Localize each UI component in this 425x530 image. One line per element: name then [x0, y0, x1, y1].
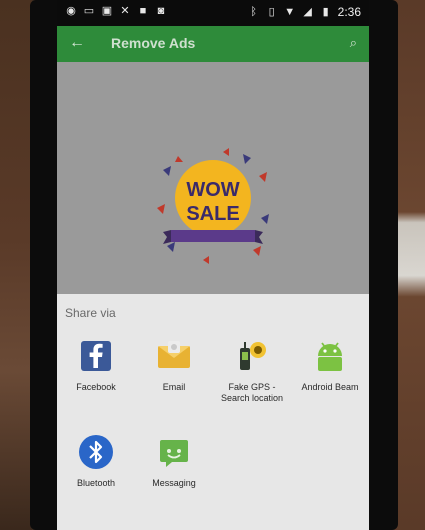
- share-item-label: Email: [162, 382, 186, 392]
- fake-gps-icon: [234, 338, 270, 374]
- vibrate-icon: ▯: [268, 6, 275, 18]
- lock-icon: ■: [139, 5, 147, 17]
- phone-screen: ◉ ▭ ▣ ✕ ■ ◙ ᛒ ▯ ▼ ◢ ▮ 2:36 ← Remove Ads …: [57, 0, 369, 530]
- android-beam-icon: [312, 338, 348, 374]
- status-bar: ◉ ▭ ▣ ✕ ■ ◙ ᛒ ▯ ▼ ◢ ▮ 2:36: [57, 0, 369, 26]
- notification-icon: ▭: [83, 5, 95, 17]
- wifi-icon: ▼: [284, 6, 296, 18]
- share-item-fake-gps[interactable]: Fake GPS - Search location: [213, 338, 291, 404]
- share-item-bluetooth[interactable]: Bluetooth: [57, 434, 135, 489]
- status-icons-left: ◉ ▭ ▣ ✕ ■ ◙: [65, 5, 167, 17]
- chrome-icon: ◉: [66, 5, 76, 17]
- signal-icon: ◢: [303, 6, 312, 18]
- messaging-icon: [156, 434, 192, 470]
- back-arrow-icon[interactable]: ←: [69, 34, 85, 52]
- email-icon: [156, 338, 192, 374]
- app-bar: ← Remove Ads ⌕: [57, 26, 369, 62]
- promo-text-sale: SALE: [186, 203, 239, 225]
- share-sheet: Share via Facebook Email Fake GPS - Sear…: [57, 294, 369, 530]
- promo-text-wow: WOW: [186, 179, 239, 201]
- app-icon: ◙: [157, 5, 165, 17]
- tools-icon: ✕: [120, 5, 130, 17]
- share-item-label: Facebook: [76, 382, 116, 392]
- content-area: WOW SALE: [57, 62, 369, 302]
- bluetooth-icon: [78, 434, 114, 470]
- share-item-messaging[interactable]: Messaging: [135, 434, 213, 489]
- share-item-email[interactable]: Email: [135, 338, 213, 393]
- facebook-icon: [78, 338, 114, 374]
- sale-promo-image: WOW SALE: [153, 148, 273, 268]
- share-item-label: Messaging: [152, 478, 196, 488]
- background-left: [0, 0, 32, 530]
- share-item-label: Bluetooth: [76, 478, 116, 488]
- share-item-facebook[interactable]: Facebook: [57, 338, 135, 393]
- share-item-label: Fake GPS - Search location: [220, 382, 284, 403]
- page-title: Remove Ads: [111, 35, 196, 51]
- search-icon[interactable]: ⌕: [350, 35, 357, 51]
- share-item-android-beam[interactable]: Android Beam: [291, 338, 369, 393]
- bluetooth-status-icon: ᛒ: [250, 6, 257, 18]
- image-icon: ▣: [101, 5, 113, 17]
- sale-promo-graphic: WOW SALE: [157, 148, 269, 264]
- share-item-label: Android Beam: [301, 382, 359, 392]
- status-time: 2:36: [337, 5, 361, 19]
- status-icons-right: ᛒ ▯ ▼ ◢ ▮ 2:36: [248, 5, 361, 19]
- battery-icon: ▮: [322, 6, 329, 18]
- share-sheet-title: Share via: [65, 306, 116, 320]
